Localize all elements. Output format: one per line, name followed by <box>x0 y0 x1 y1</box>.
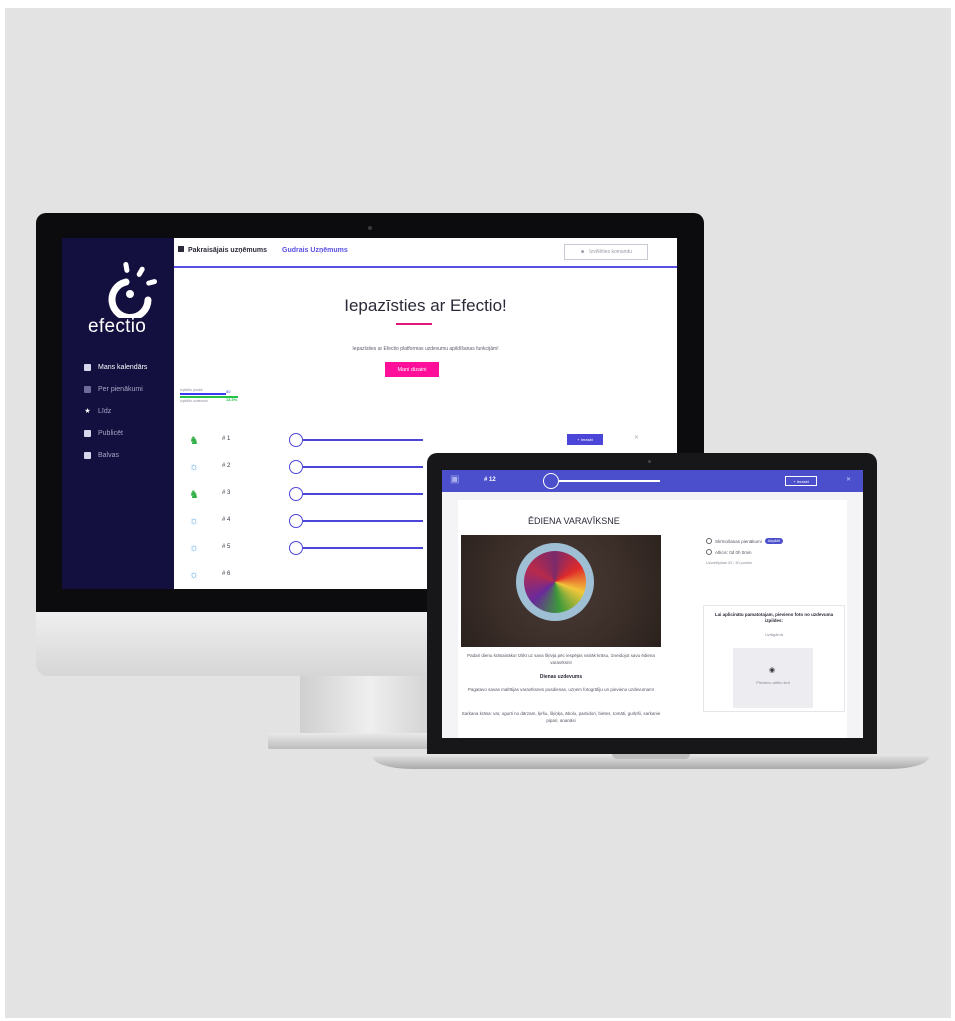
lock-icon <box>706 538 712 544</box>
efectio-logo-icon <box>108 261 158 318</box>
upload-photo-area[interactable]: ◉ Pievieno attēlu šeit <box>733 648 813 708</box>
task-topbar: ▣ # 12 + Ieraskt ✕ <box>442 470 863 492</box>
upload-label: Pievieno attēlu šeit <box>756 680 790 685</box>
progress-dial-icon <box>289 514 303 528</box>
calendar-icon <box>84 363 91 371</box>
progress-track <box>303 466 423 468</box>
stat-label: Izpildīto uzdevumi <box>180 399 209 403</box>
upload-status: Uzlāgāmā <box>764 632 783 637</box>
status-badge: Aizpildīt <box>764 538 784 544</box>
laptop-notch <box>612 754 690 759</box>
points-bar: 50 <box>180 389 230 395</box>
task-intro: Padari dienu krāsaināku! Izlikt uz sava … <box>467 653 655 665</box>
progress-dial-icon <box>543 473 559 489</box>
imac-stand <box>300 676 440 736</box>
page-subtitle: Iepazīsties ar Efectio platformas uzdevu… <box>352 346 499 352</box>
progress-dial-icon <box>289 433 303 447</box>
laptop-camera <box>648 460 651 463</box>
task-row[interactable]: ♞ # 1 + Ieraskt ✕ <box>62 428 677 454</box>
sidebar-item-label: Līdz <box>98 407 112 415</box>
task-number: # 3 <box>222 490 231 496</box>
sidebar-item-star[interactable]: ★ Līdz <box>84 400 147 422</box>
stat-value: 13.5% <box>226 397 238 402</box>
add-button[interactable]: + Ieraskt <box>567 434 603 445</box>
scoring-label: Skrīnošanas pienākumi <box>715 538 762 544</box>
back-icon[interactable]: ▣ <box>450 474 459 485</box>
stat-label: Izpildīto punkti <box>180 388 203 392</box>
close-icon[interactable]: ✕ <box>634 434 639 441</box>
my-designs-button[interactable]: Mani dizaini <box>385 362 439 377</box>
progress-track <box>303 520 423 522</box>
trophy-icon: ☼ <box>188 461 200 473</box>
daily-task-text: Pagatavo savas maltītijas varavīksnes pu… <box>467 687 655 692</box>
sidebar-item-label: Per pienākumi <box>98 385 143 393</box>
tab-primary-company[interactable]: Pakraisājais uzņēmums <box>188 247 267 254</box>
trophy-icon: ☼ <box>188 542 200 554</box>
sidebar-item-duties[interactable]: Per pienākumi <box>84 378 147 400</box>
upload-box: Lai aplicinātu pamatotajam, pievieno fot… <box>703 605 845 712</box>
clock-icon <box>706 549 712 555</box>
briefcase-icon <box>178 246 184 252</box>
user-icon: ☻ <box>579 249 586 255</box>
tasks-bar: 13.5% <box>180 396 238 402</box>
progress-track <box>303 547 423 549</box>
sidebar-item-label: Mans kalendārs <box>98 363 148 371</box>
progress-track <box>303 493 423 495</box>
star-icon: ★ <box>84 407 91 415</box>
task-number: # 2 <box>222 463 231 469</box>
task-number: # 5 <box>222 544 231 550</box>
choose-team-button[interactable]: ☻ Izvēlēties komandu <box>564 244 648 260</box>
progress-dial-icon <box>289 541 303 555</box>
stats-panel: Izpildīto punkti 50 13.5% Izpildīto uzde… <box>180 388 250 403</box>
limit-text: Uzvarējušas 20 / 30 punktu <box>706 561 753 565</box>
progress-dial-icon <box>289 460 303 474</box>
add-button[interactable]: + Ieraskt <box>785 476 817 486</box>
daily-task-heading: Dienas uzdevums <box>539 674 583 680</box>
trophy-icon: ☼ <box>188 569 200 581</box>
people-icon: ♞ <box>189 488 199 501</box>
remaining-label: Atlicis: 0d 0h 0min <box>715 549 752 555</box>
list-icon <box>84 385 91 393</box>
people-icon: ♞ <box>189 434 199 447</box>
imac-camera <box>368 226 372 230</box>
page-title: Iepazīsties ar Efectio! <box>344 296 507 315</box>
upload-instructions: Lai aplicinātu pamatotajam, pievieno fot… <box>714 612 834 623</box>
close-icon[interactable]: ✕ <box>846 476 851 483</box>
choose-team-label: Izvēlēties komandu <box>589 249 633 255</box>
sidebar-item-calendar[interactable]: Mans kalendārs <box>84 356 147 378</box>
trophy-icon: ☼ <box>188 515 200 527</box>
task-number: # 4 <box>222 517 231 523</box>
logo-text: efectio <box>88 316 147 337</box>
tab-smart-company[interactable]: Gudrais Uzņēmums <box>282 247 348 254</box>
remaining-row: Atlicis: 0d 0h 0min <box>706 549 752 555</box>
task-number: # 6 <box>222 571 231 577</box>
rainbow-salad <box>524 551 586 613</box>
laptop-screen: ▣ # 12 + Ieraskt ✕ ĒDIENA VARAVĪKSNE Pad… <box>442 470 863 738</box>
task-card: ĒDIENA VARAVĪKSNE Padari dienu krāsaināk… <box>458 500 847 738</box>
topbar: Pakraisājais uzņēmums Gudrais Uzņēmums ☻… <box>174 238 677 268</box>
progress-dial-icon <box>289 487 303 501</box>
progress-track <box>303 439 423 441</box>
food-photo <box>461 535 661 647</box>
red-color-text: Sarkana krāsa: var, ogurti no dārzam, ķi… <box>461 711 661 723</box>
task-number: # 12 <box>484 477 496 483</box>
task-title: ĒDIENA VARAVĪKSNE <box>528 516 620 526</box>
progress-track <box>559 480 660 482</box>
camera-icon: ◉ <box>769 667 776 674</box>
task-number: # 1 <box>222 436 231 442</box>
title-underline <box>396 323 432 325</box>
stat-value: 50 <box>226 389 231 394</box>
scoring-row: Skrīnošanas pienākumi Aizpildīt <box>706 538 784 544</box>
